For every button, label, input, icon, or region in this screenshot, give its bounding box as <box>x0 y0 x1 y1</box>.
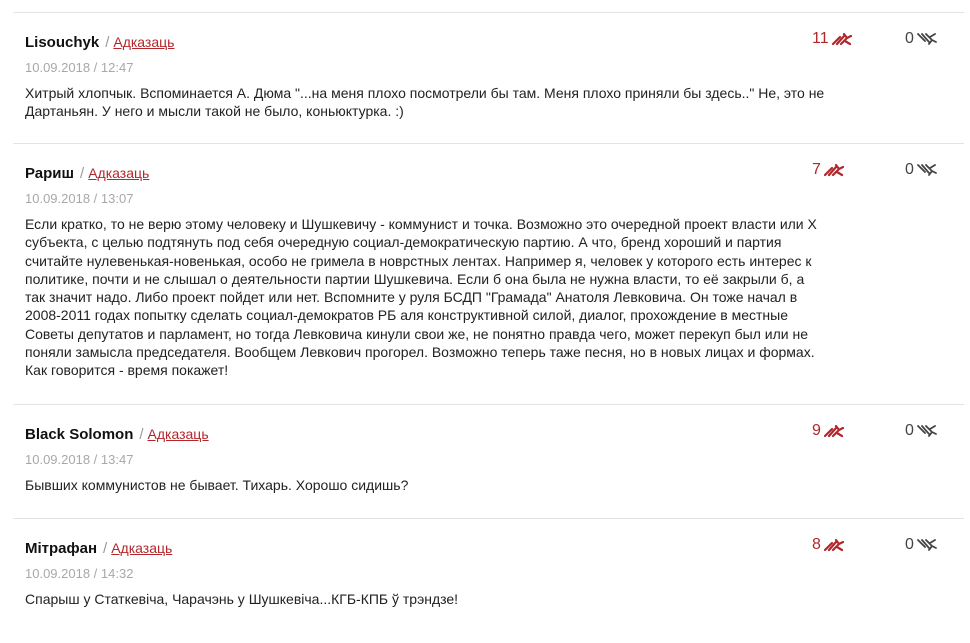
comment-text: Хитрый хлопчык. Вспоминается А. Дюма "..… <box>25 85 825 120</box>
dislike-count: 0 <box>905 161 914 178</box>
comment-date: 10.09.2018 / 13:47 <box>25 452 134 467</box>
like-button[interactable]: 7 <box>812 161 844 179</box>
like-count: 11 <box>812 30 829 47</box>
comment-date: 10.09.2018 / 13:07 <box>25 191 134 206</box>
separator: / <box>103 540 108 557</box>
comment-item: Black Solomon / Адказаць 10.09.2018 / 13:4… <box>13 404 964 518</box>
comment-header: Lisouchyk / Адказаць <box>25 33 174 52</box>
comment-item: Lisouchyk / Адказаць 10.09.2018 / 12:47 Хи… <box>13 12 964 143</box>
separator: / <box>80 165 85 182</box>
dislike-button[interactable]: 0 <box>905 30 937 48</box>
reply-link[interactable]: Адказаць <box>113 34 174 50</box>
vote-controls: 11 0 <box>812 30 952 52</box>
comment-date: 10.09.2018 / 12:47 <box>25 60 134 75</box>
thumb-down-bird-icon <box>917 424 937 438</box>
thumb-up-bird-icon <box>823 424 844 438</box>
vote-controls: 8 0 <box>812 536 952 558</box>
reply-link[interactable]: Адказаць <box>111 540 172 556</box>
dislike-button[interactable]: 0 <box>905 161 937 179</box>
like-count: 7 <box>812 161 821 178</box>
dislike-button[interactable]: 0 <box>905 536 937 554</box>
vote-controls: 9 0 <box>812 422 952 444</box>
comment-text: Если кратко, то не верю этому человеку и… <box>25 216 817 379</box>
dislike-count: 0 <box>905 536 914 553</box>
thumb-up-bird-icon <box>831 32 852 46</box>
comment-item: Рариш / Адказаць 10.09.2018 / 13:07 Если к… <box>13 143 964 404</box>
comment-header: Black Solomon / Адказаць <box>25 425 209 444</box>
comment-date: 10.09.2018 / 14:32 <box>25 566 134 581</box>
comment-author[interactable]: Рариш <box>25 165 74 182</box>
like-button[interactable]: 8 <box>812 536 844 554</box>
comments-list: Lisouchyk / Адказаць 10.09.2018 / 12:47 Хи… <box>0 12 970 631</box>
vote-controls: 7 0 <box>812 161 952 183</box>
thumb-down-bird-icon <box>917 163 937 177</box>
like-count: 9 <box>812 422 821 439</box>
comment-header: Рариш / Адказаць <box>25 164 149 183</box>
thumb-up-bird-icon <box>823 538 844 552</box>
separator: / <box>139 426 144 443</box>
reply-link[interactable]: Адказаць <box>88 165 149 181</box>
like-count: 8 <box>812 536 821 553</box>
dislike-button[interactable]: 0 <box>905 422 937 440</box>
like-button[interactable]: 11 <box>812 30 852 48</box>
reply-link[interactable]: Адказаць <box>148 426 209 442</box>
comment-text: Спарыш у Статкевіча, Чарачэнь у Шушкевіч… <box>25 591 459 607</box>
thumb-up-bird-icon <box>823 163 844 177</box>
comment-text: Бывших коммунистов не бывает. Тихарь. Хо… <box>25 477 409 493</box>
dislike-count: 0 <box>905 30 914 47</box>
like-button[interactable]: 9 <box>812 422 844 440</box>
thumb-down-bird-icon <box>917 538 937 552</box>
comment-author[interactable]: Black Solomon <box>25 426 133 443</box>
comment-author[interactable]: Мітрафан <box>25 540 97 557</box>
separator: / <box>105 34 110 51</box>
comment-author[interactable]: Lisouchyk <box>25 34 99 51</box>
comment-item: Мітрафан / Адказаць 10.09.2018 / 14:32 Спа… <box>13 518 964 631</box>
dislike-count: 0 <box>905 422 914 439</box>
comment-header: Мітрафан / Адказаць <box>25 539 172 558</box>
thumb-down-bird-icon <box>917 32 937 46</box>
